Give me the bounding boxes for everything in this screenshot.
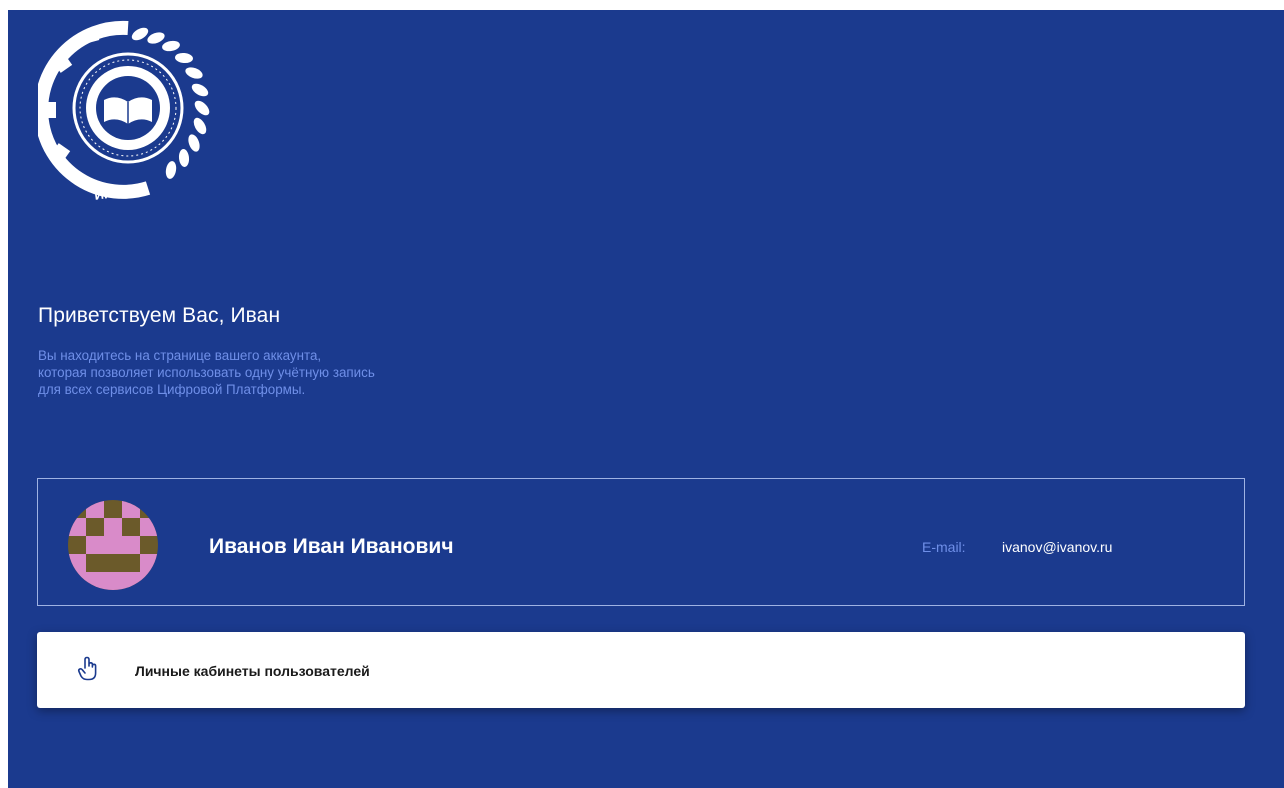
hand-pointer-icon xyxy=(77,656,99,682)
account-page: ИРПО Приветствуем Вас, Иван Вы находитес… xyxy=(8,10,1284,788)
irpo-emblem-icon: ИРПО xyxy=(34,20,210,203)
user-cabinets-button[interactable]: Личные кабинеты пользователей xyxy=(37,632,1245,708)
email-value: ivanov@ivanov.ru xyxy=(1002,539,1113,555)
irpo-logo: ИРПО xyxy=(34,20,216,203)
profile-card: Иванов Иван Иванович E-mail: ivanov@ivan… xyxy=(37,478,1245,606)
identicon-icon xyxy=(68,500,158,590)
user-full-name: Иванов Иван Иванович xyxy=(209,535,454,558)
email-label: E-mail: xyxy=(922,539,966,555)
user-cabinets-label: Личные кабинеты пользователей xyxy=(135,663,370,679)
greeting-subtitle: Вы находитесь на странице вашего аккаунт… xyxy=(38,347,558,398)
avatar xyxy=(68,500,158,590)
subtitle-line: для всех сервисов Цифровой Платформы. xyxy=(38,382,306,397)
subtitle-line: которая позволяет использовать одну учёт… xyxy=(38,365,375,380)
greeting-title: Приветствуем Вас, Иван xyxy=(38,304,281,327)
subtitle-line: Вы находитесь на странице вашего аккаунт… xyxy=(38,348,322,363)
